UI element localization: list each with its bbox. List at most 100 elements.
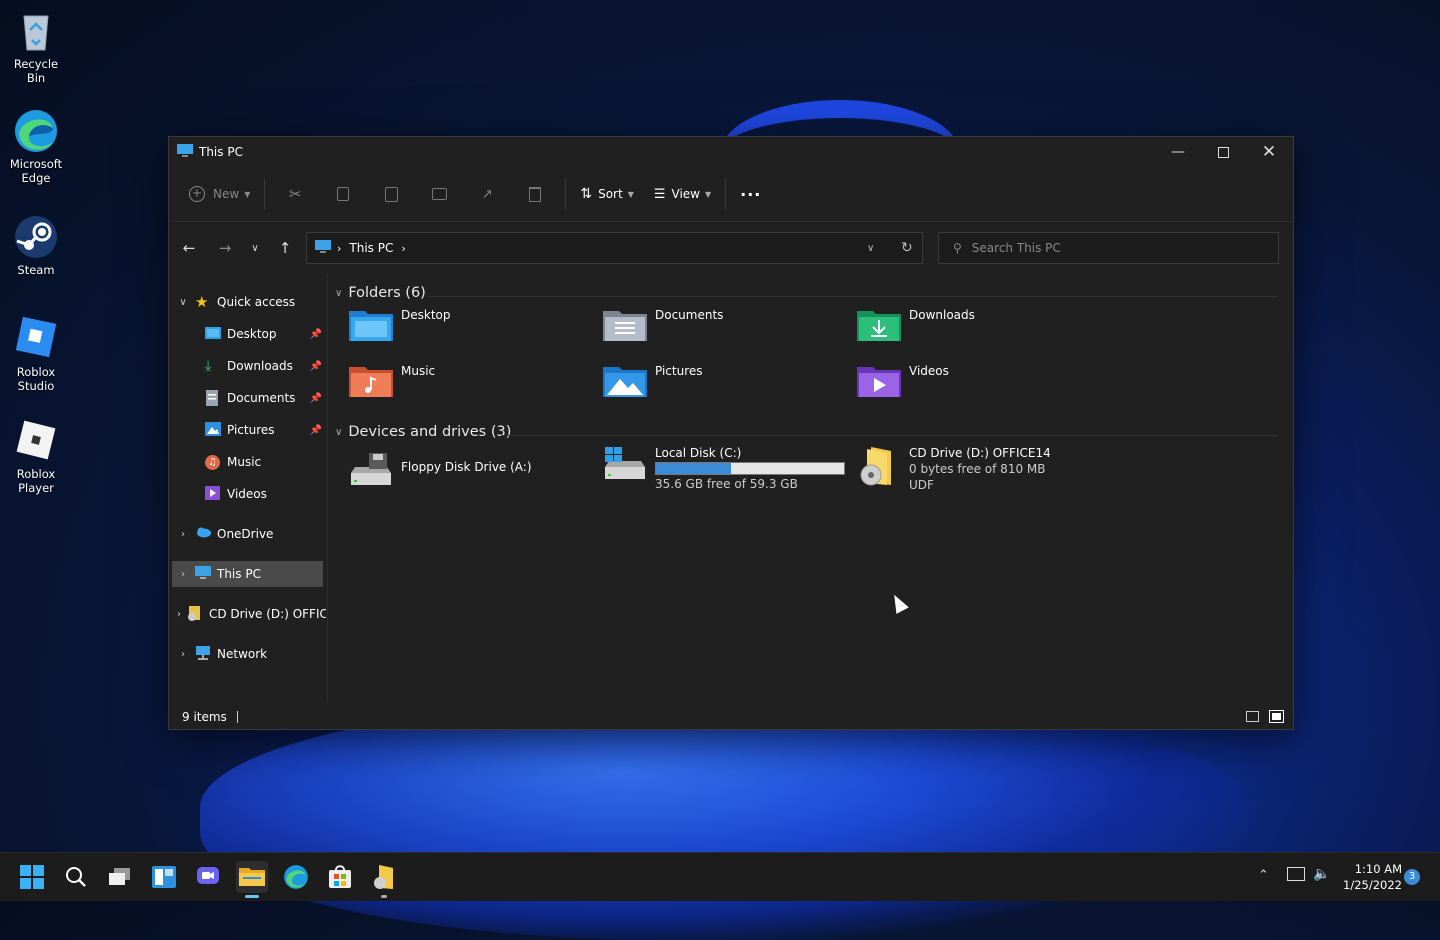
drive-local-c[interactable]: Local Disk (C:) 35.6 GB free of 59.3 GB bbox=[603, 445, 845, 492]
desktop-icon-steam[interactable]: Steam bbox=[4, 214, 68, 277]
desktop-icon-edge[interactable]: Microsoft Edge bbox=[4, 108, 68, 185]
minimize-icon: — bbox=[1171, 144, 1185, 160]
address-dropdown-button[interactable]: ∨ bbox=[867, 243, 874, 254]
refresh-button[interactable]: ↻ bbox=[901, 240, 913, 256]
sidebar-item-desktop[interactable]: Desktop 📌 bbox=[169, 321, 326, 347]
steam-icon bbox=[13, 214, 59, 260]
cd-drive-icon bbox=[374, 865, 393, 889]
folder-desktop[interactable]: Desktop bbox=[349, 307, 451, 345]
downloads-icon: ⤓ bbox=[205, 358, 212, 374]
see-more-button[interactable]: ··· bbox=[732, 178, 769, 210]
desktop-icon-recycle-bin[interactable]: Recycle Bin bbox=[4, 8, 68, 85]
close-button[interactable]: ✕ bbox=[1246, 137, 1292, 167]
rename-button[interactable] bbox=[415, 178, 463, 210]
edge-taskbar-button[interactable] bbox=[280, 861, 312, 893]
sidebar-item-videos[interactable]: Videos bbox=[169, 481, 326, 507]
sidebar-item-this-pc[interactable]: › This PC bbox=[172, 561, 323, 587]
cut-button[interactable]: ✂ bbox=[271, 178, 319, 210]
sidebar-item-network[interactable]: › Network bbox=[169, 641, 326, 667]
breadcrumb-this-pc[interactable]: This PC bbox=[349, 241, 393, 255]
sidebar-item-documents[interactable]: Documents 📌 bbox=[169, 385, 326, 411]
paste-button[interactable] bbox=[367, 178, 415, 210]
forward-button[interactable]: → bbox=[211, 234, 239, 262]
folder-downloads[interactable]: Downloads bbox=[857, 307, 975, 345]
desktop-icon-label: Steam bbox=[17, 263, 55, 277]
up-button[interactable]: ↑ bbox=[271, 234, 299, 262]
close-icon: ✕ bbox=[1261, 142, 1277, 162]
toolbar-divider bbox=[565, 179, 567, 209]
chat-icon bbox=[197, 867, 219, 884]
sidebar-item-music[interactable]: ♫ Music bbox=[169, 449, 326, 475]
scissors-icon: ✂ bbox=[289, 185, 302, 203]
windows-drive-icon bbox=[603, 445, 649, 483]
drive-floppy[interactable]: Floppy Disk Drive (A:) bbox=[349, 451, 532, 489]
minimize-button[interactable]: — bbox=[1155, 137, 1201, 167]
sort-button[interactable]: ⇅ Sort ▼ bbox=[572, 178, 642, 210]
view-label: View bbox=[671, 187, 700, 201]
folder-pictures[interactable]: Pictures bbox=[603, 363, 703, 401]
search-box[interactable]: ⚲ Search This PC bbox=[938, 232, 1279, 264]
title-bar[interactable]: This PC — ✕ bbox=[169, 137, 1293, 167]
copy-button[interactable] bbox=[319, 178, 367, 210]
sidebar-item-cd-drive[interactable]: › CD Drive (D:) OFFICI bbox=[169, 601, 326, 627]
recent-locations-button[interactable]: ∨ bbox=[241, 234, 269, 262]
new-button[interactable]: + New ▼ bbox=[181, 178, 258, 210]
sort-icon: ⇅ bbox=[580, 186, 593, 202]
desktop-icon-label: Roblox Studio bbox=[16, 365, 56, 393]
rename-icon bbox=[431, 188, 447, 200]
cd-drive-taskbar-button[interactable] bbox=[368, 861, 400, 898]
arrow-left-icon: ← bbox=[182, 239, 196, 257]
store-taskbar-button[interactable] bbox=[324, 861, 356, 893]
status-divider bbox=[236, 711, 238, 723]
network-tray-icon[interactable] bbox=[1287, 867, 1305, 881]
file-explorer-taskbar-button[interactable] bbox=[236, 861, 268, 898]
folder-music[interactable]: Music bbox=[349, 363, 435, 401]
details-view-button[interactable] bbox=[1246, 711, 1259, 722]
search-taskbar-button[interactable] bbox=[60, 861, 92, 893]
start-button[interactable] bbox=[16, 861, 48, 893]
sidebar-item-quick-access[interactable]: ∨ ★ Quick access bbox=[169, 289, 326, 315]
delete-button[interactable] bbox=[511, 178, 559, 210]
sidebar-item-label: This PC bbox=[217, 567, 261, 581]
chevron-down-icon: ∨ bbox=[335, 287, 343, 299]
star-icon: ★ bbox=[195, 293, 209, 311]
sidebar-item-downloads[interactable]: ⤓ Downloads 📌 bbox=[169, 353, 326, 379]
music-icon: ♫ bbox=[205, 454, 221, 470]
file-list: ∨ Folders (6) Desktop Documents Download… bbox=[329, 275, 1293, 703]
folders-group-header[interactable]: ∨ Folders (6) bbox=[335, 285, 426, 301]
widgets-button[interactable] bbox=[148, 861, 180, 893]
task-view-button[interactable] bbox=[104, 861, 136, 893]
arrow-up-icon: ↑ bbox=[278, 239, 292, 257]
breadcrumb-separator[interactable]: › bbox=[401, 242, 405, 255]
large-icons-view-button[interactable] bbox=[1269, 710, 1284, 723]
desktop-icon-roblox-studio[interactable]: Roblox Studio bbox=[4, 316, 68, 393]
notification-badge[interactable]: 3 bbox=[1404, 869, 1420, 885]
group-title: Folders (6) bbox=[348, 285, 426, 301]
back-button[interactable]: ← bbox=[175, 234, 203, 262]
volume-tray-icon[interactable]: 🔈 bbox=[1313, 866, 1330, 882]
show-hidden-icons-button[interactable]: ⌃ bbox=[1258, 868, 1269, 883]
share-button[interactable]: ↗ bbox=[463, 178, 511, 210]
sidebar-item-label: Videos bbox=[227, 487, 267, 501]
sidebar-item-label: CD Drive (D:) OFFICI bbox=[209, 607, 326, 621]
chat-button[interactable] bbox=[192, 861, 224, 893]
drive-cd-d[interactable]: CD Drive (D:) OFFICE14 0 bytes free of 8… bbox=[857, 445, 1051, 493]
arrow-right-icon: → bbox=[218, 239, 232, 257]
sidebar-item-pictures[interactable]: Pictures 📌 bbox=[169, 417, 326, 443]
folder-documents[interactable]: Documents bbox=[603, 307, 723, 345]
folder-videos[interactable]: Videos bbox=[857, 363, 949, 401]
desktop-icon-label: Microsoft Edge bbox=[9, 157, 63, 185]
clipboard-icon bbox=[384, 186, 398, 202]
sidebar-item-onedrive[interactable]: › OneDrive bbox=[169, 521, 326, 547]
address-bar[interactable]: › This PC › ∨ ↻ bbox=[306, 232, 923, 264]
maximize-button[interactable] bbox=[1200, 137, 1246, 167]
this-pc-icon bbox=[177, 143, 193, 161]
view-button[interactable]: ☰ View ▼ bbox=[646, 178, 719, 210]
this-pc-icon bbox=[315, 239, 331, 257]
cd-drive-icon bbox=[187, 606, 203, 622]
videos-folder-icon bbox=[857, 363, 903, 401]
refresh-icon: ↻ bbox=[901, 240, 913, 256]
clock[interactable]: 1:10 AM 1/25/2022 bbox=[1338, 861, 1402, 893]
desktop-icon-roblox-player[interactable]: Roblox Player bbox=[4, 418, 68, 495]
drives-group-header[interactable]: ∨ Devices and drives (3) bbox=[335, 424, 511, 440]
